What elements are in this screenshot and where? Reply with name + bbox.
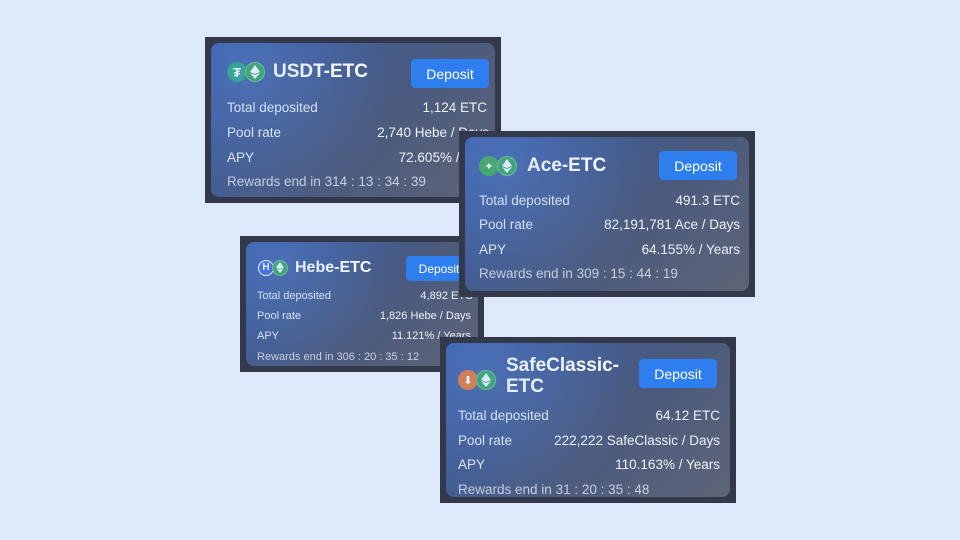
ethereum-classic-icon (245, 62, 265, 83)
total-deposited-value: 491.3 ETC (675, 193, 740, 208)
pool-rate-label: Pool rate (479, 217, 534, 232)
pool-card-safeclassic-etc: ⬇ SafeClassic-ETC Deposit Total deposite… (440, 337, 736, 503)
apy-label: APY (257, 330, 280, 342)
pool-title: SafeClassic-ETC (506, 355, 620, 397)
rewards-end-countdown: 306 : 20 : 35 : 12 (336, 351, 420, 363)
rewards-end-label: Rewards end in (479, 266, 573, 281)
pool-rate-value: 222,222 SafeClassic / Days (554, 433, 720, 448)
rewards-end-countdown: 309 : 15 : 44 : 19 (576, 266, 678, 281)
ethereum-classic-icon (497, 156, 517, 177)
total-deposited-value: 1,124 ETC (422, 100, 487, 115)
pool-rate-label: Pool rate (458, 433, 513, 448)
total-deposited-value: 64.12 ETC (655, 408, 720, 423)
apy-value: 64.155% / Years (641, 242, 740, 257)
pool-title: Hebe-ETC (295, 259, 372, 276)
ethereum-classic-icon (476, 370, 496, 390)
rewards-end-label: Rewards end in (227, 174, 321, 189)
total-deposited-label: Total deposited (479, 193, 570, 208)
apy-value: 110.163% / Years (615, 457, 720, 472)
rewards-end-countdown: 314 : 13 : 34 : 39 (324, 174, 426, 189)
pool-rate-label: Pool rate (227, 125, 282, 140)
rewards-end-label: Rewards end in (458, 482, 552, 497)
pool-rate-value: 1,826 Hebe / Days (379, 310, 471, 322)
rewards-end-label: Rewards end in (257, 351, 334, 363)
ace-icon: ✦ (479, 156, 499, 177)
apy-label: APY (227, 150, 255, 165)
tether-icon: ₮ (227, 62, 247, 83)
pool-rate-label: Pool rate (257, 310, 302, 322)
pool-rate-value: 82,191,781 Ace / Days (604, 217, 740, 232)
deposit-button[interactable]: Deposit (659, 151, 737, 180)
pool-title: USDT-ETC (273, 61, 368, 82)
pool-card-usdt-etc: ₮ USDT-ETC Deposit Total deposited 1,124… (205, 37, 501, 203)
total-deposited-label: Total deposited (227, 100, 318, 115)
total-deposited-label: Total deposited (257, 290, 331, 302)
total-deposited-label: Total deposited (458, 408, 549, 423)
safeclassic-icon: ⬇ (458, 370, 478, 390)
deposit-button[interactable]: Deposit (639, 359, 717, 388)
pool-title: Ace-ETC (527, 155, 607, 176)
deposit-button[interactable]: Deposit (411, 59, 489, 88)
apy-label: APY (479, 242, 507, 257)
rewards-end-countdown: 31 : 20 : 35 : 48 (555, 482, 650, 497)
ethereum-classic-icon (272, 259, 288, 276)
apy-label: APY (458, 457, 486, 472)
pool-card-ace-etc: ✦ Ace-ETC Deposit Total deposited 491.3 … (459, 131, 755, 297)
